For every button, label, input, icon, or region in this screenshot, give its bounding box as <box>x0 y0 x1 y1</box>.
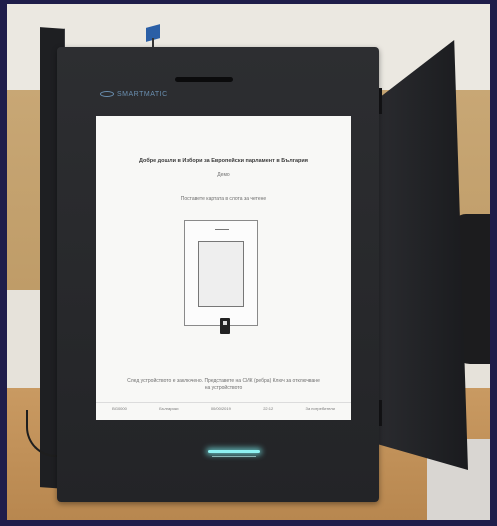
status-accessibility[interactable]: За потребители <box>306 406 335 411</box>
touch-screen[interactable]: Добре дошли в Избори за Европейски парла… <box>96 116 351 420</box>
locked-notice: След устройството е заключено. Представе… <box>127 378 320 391</box>
status-id: BG0000 <box>112 405 127 411</box>
machine-illustration <box>184 220 258 326</box>
card-slot <box>175 77 233 82</box>
status-bar: BG0000 Български 00/00/2019 22:12 За пот… <box>96 402 351 413</box>
status-language[interactable]: Български <box>159 406 178 411</box>
status-light <box>208 450 260 453</box>
status-time: 22:12 <box>263 405 274 411</box>
mode-label: Демо <box>217 172 230 178</box>
brand-logo: SMARTMATIC <box>100 91 168 98</box>
welcome-title: Добре дошли в Избори за Европейски парла… <box>138 158 308 164</box>
brand-text: SMARTMATIC <box>117 91 168 98</box>
status-light-glow <box>212 456 256 457</box>
illustration-screen <box>198 241 244 307</box>
smart-card-icon <box>220 318 230 334</box>
logo-icon <box>100 91 114 98</box>
privacy-wing-right <box>376 40 468 470</box>
illustration-slot <box>215 229 229 230</box>
status-date: 00/00/2019 <box>210 405 231 411</box>
insert-card-instruction: Поставете картата в слота за четене <box>180 196 267 202</box>
